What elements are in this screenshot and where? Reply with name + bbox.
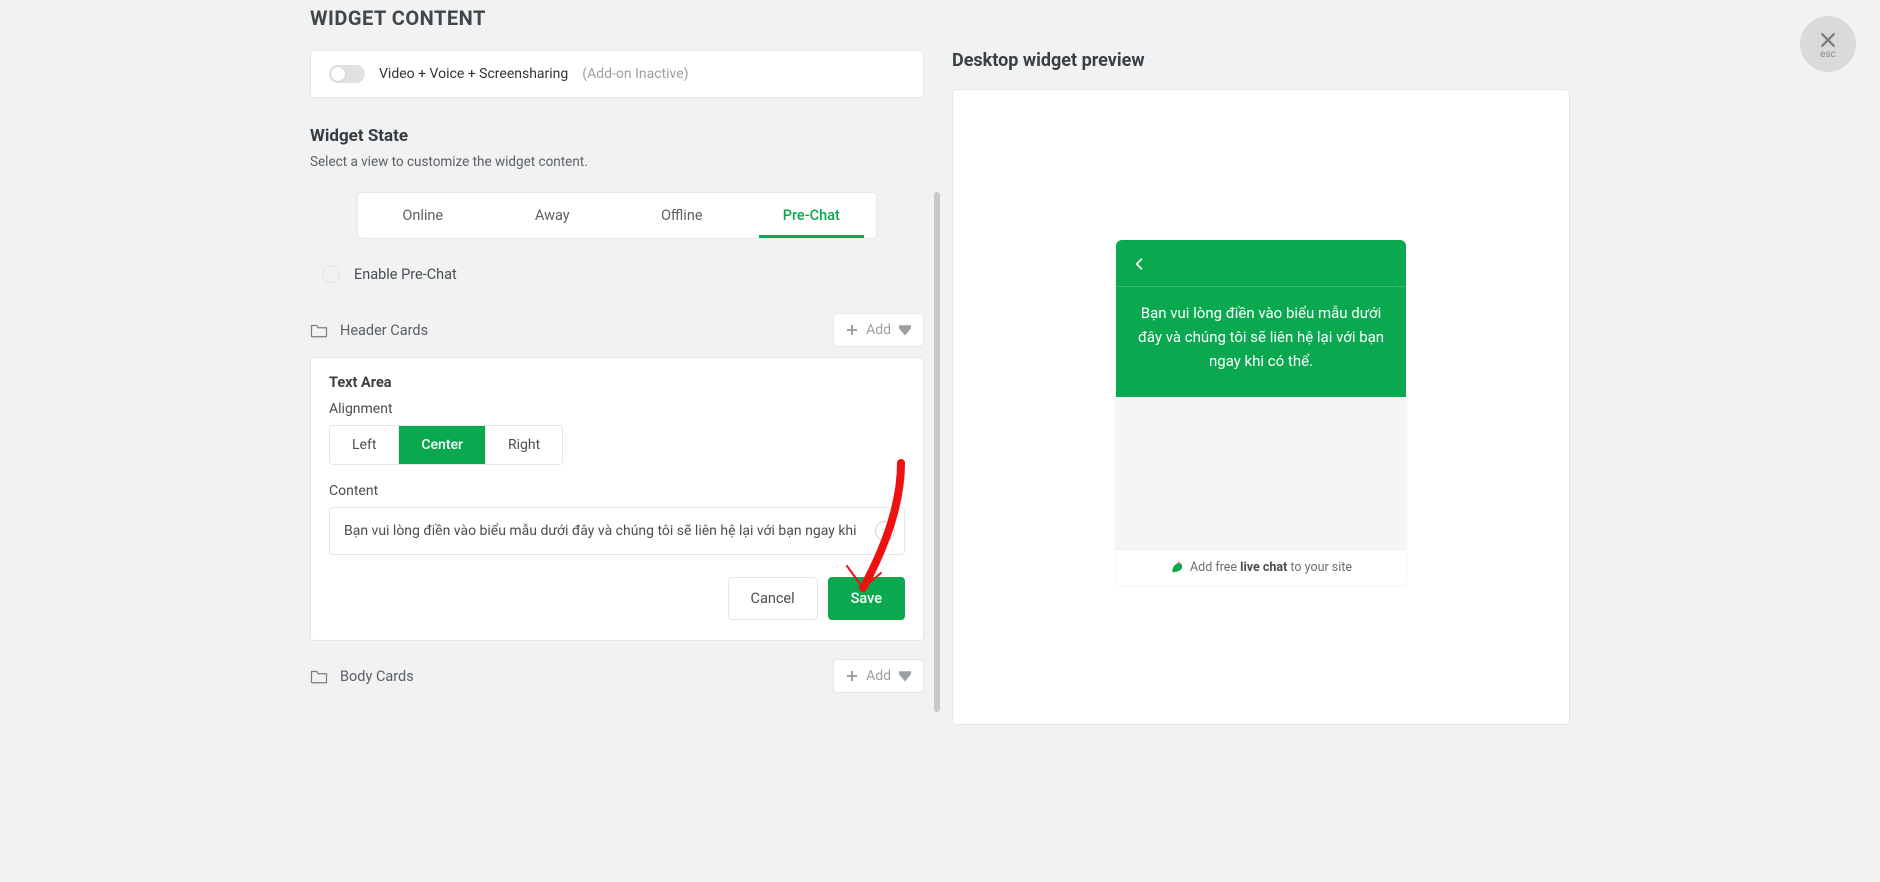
close-button[interactable]: esc (1800, 16, 1856, 72)
addon-inactive-label: (Add-on Inactive) (582, 66, 688, 82)
widget-preview: Bạn vui lòng điền vào biểu mẫu dưới đây … (1116, 240, 1406, 585)
chevron-left-icon[interactable] (1132, 256, 1148, 272)
tab-away[interactable]: Away (488, 193, 618, 238)
save-button[interactable]: Save (828, 577, 905, 620)
body-cards-add-label: Add (866, 668, 891, 684)
chevron-down-icon (899, 324, 911, 336)
align-center-button[interactable]: Center (399, 426, 486, 464)
content-column: Video + Voice + Screensharing (Add-on In… (310, 50, 924, 703)
preview-column: Desktop widget preview Bạn vui lòng điền… (952, 50, 1570, 725)
folder-icon (310, 668, 328, 684)
plus-icon (846, 670, 858, 682)
widget-footer-text: Add free live chat to your site (1190, 560, 1352, 575)
content-label: Content (329, 483, 905, 499)
cancel-button[interactable]: Cancel (728, 577, 818, 620)
alignment-segment: Left Center Right (329, 425, 563, 465)
plus-icon (846, 324, 858, 336)
preview-pane: Bạn vui lòng điền vào biểu mẫu dưới đây … (952, 89, 1570, 725)
folder-icon (310, 322, 328, 338)
widget-state-sub: Select a view to customize the widget co… (310, 154, 924, 170)
close-esc-label: esc (1820, 49, 1836, 60)
widget-message: Bạn vui lòng điền vào biểu mẫu dưới đây … (1116, 286, 1406, 397)
tab-offline[interactable]: Offline (617, 193, 747, 238)
text-area-title: Text Area (329, 374, 905, 391)
header-cards-add-button[interactable]: Add (833, 313, 924, 347)
align-right-button[interactable]: Right (486, 426, 562, 464)
enable-prechat-label: Enable Pre-Chat (354, 266, 457, 283)
text-area-card: Text Area Alignment Left Center Right Co… (310, 357, 924, 641)
widget-body (1116, 397, 1406, 549)
widget-state-heading: Widget State (310, 126, 924, 146)
tab-prechat[interactable]: Pre-Chat (747, 193, 877, 238)
emoji-button[interactable] (875, 521, 895, 541)
close-icon (1817, 29, 1839, 51)
scrollbar[interactable] (934, 192, 940, 712)
preview-title: Desktop widget preview (952, 50, 1570, 71)
addon-label: Video + Voice + Screensharing (379, 66, 568, 82)
widget-state-tabs: Online Away Offline Pre-Chat (357, 192, 877, 239)
widget-header (1116, 240, 1406, 286)
enable-prechat-row[interactable]: Enable Pre-Chat (322, 265, 924, 283)
header-cards-label: Header Cards (340, 322, 428, 339)
tab-online[interactable]: Online (358, 193, 488, 238)
header-cards-add-label: Add (866, 322, 891, 338)
align-left-button[interactable]: Left (330, 426, 399, 464)
body-cards-add-button[interactable]: Add (833, 659, 924, 693)
addon-toggle[interactable] (329, 65, 365, 83)
widget-footer[interactable]: Add free live chat to your site (1116, 549, 1406, 585)
alignment-label: Alignment (329, 401, 905, 417)
page-title: WIDGET CONTENT (310, 6, 1570, 30)
smile-icon (880, 526, 890, 536)
enable-prechat-radio[interactable] (322, 265, 340, 283)
tawk-icon (1170, 561, 1184, 575)
content-input[interactable] (329, 507, 905, 555)
chevron-down-icon (899, 670, 911, 682)
addon-row: Video + Voice + Screensharing (Add-on In… (310, 50, 924, 98)
body-cards-label: Body Cards (340, 668, 414, 685)
